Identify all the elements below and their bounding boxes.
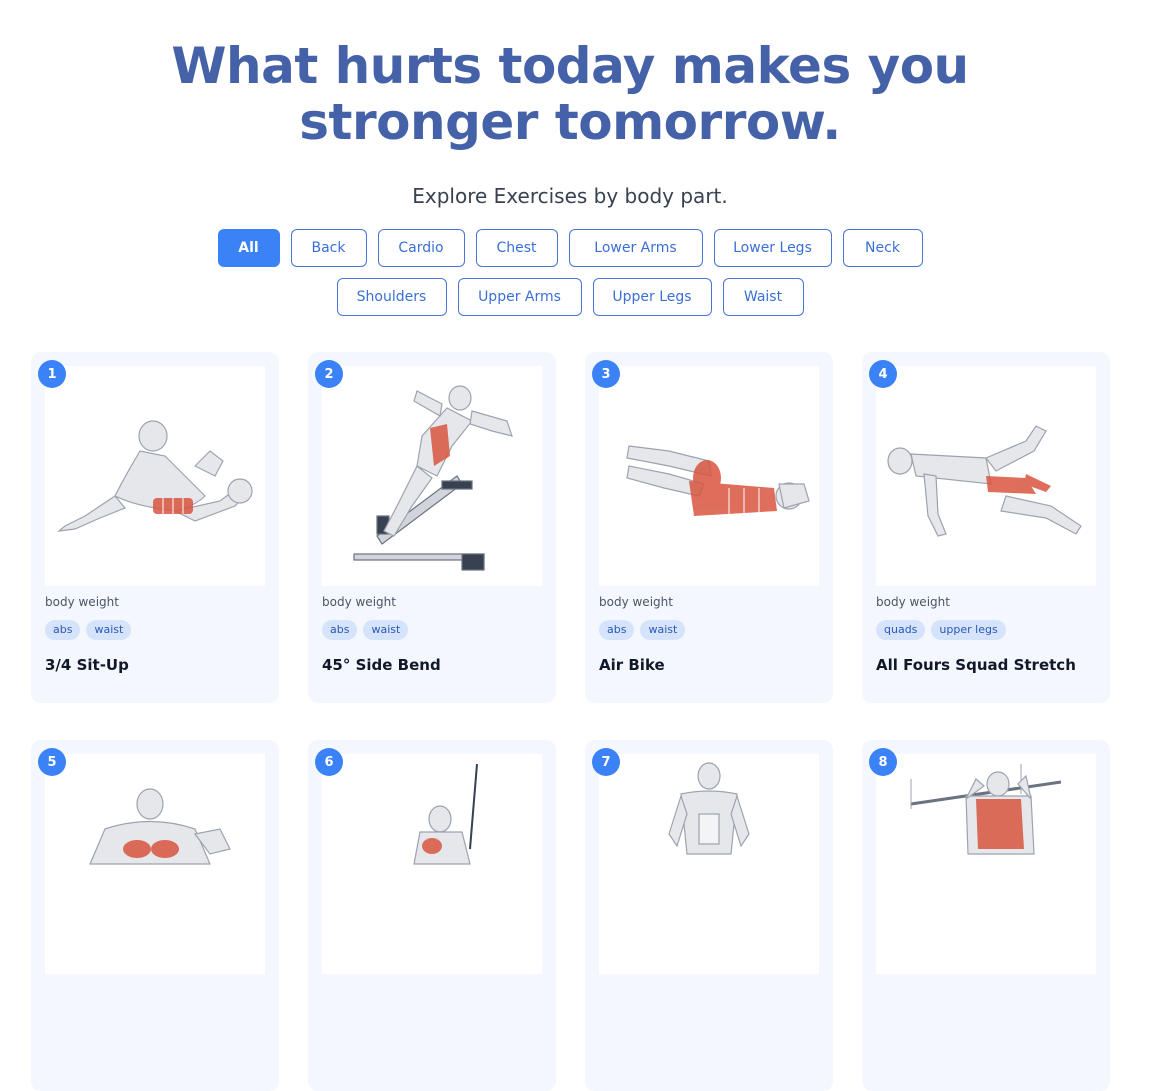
filter-cardio[interactable]: Cardio bbox=[377, 229, 465, 267]
equipment-label: body weight bbox=[876, 595, 950, 609]
muscle-tag[interactable]: quads bbox=[876, 620, 926, 640]
muscle-tags: abs waist bbox=[599, 620, 686, 640]
exercise-number-badge: 2 bbox=[315, 360, 343, 388]
exercise-number-badge: 7 bbox=[592, 748, 620, 776]
filter-upper-arms[interactable]: Upper Arms bbox=[457, 278, 582, 316]
muscle-tags: abs waist bbox=[322, 620, 409, 640]
muscle-tag[interactable]: abs bbox=[599, 620, 635, 640]
muscle-tags: quads upper legs bbox=[876, 620, 1006, 640]
filter-lower-legs[interactable]: Lower Legs bbox=[713, 229, 832, 267]
exercise-name: 3/4 Sit-Up bbox=[45, 656, 129, 674]
exercise-grid: 1 body weight abs waist 3/4 Sit-Up 2 bod… bbox=[31, 352, 1111, 1091]
exercise-number-badge: 6 bbox=[315, 748, 343, 776]
equipment-label: body weight bbox=[322, 595, 396, 609]
exercise-card[interactable]: 6 bbox=[308, 740, 556, 1091]
hero-title-line2: stronger tomorrow. bbox=[299, 93, 841, 151]
situp-figure-icon bbox=[57, 420, 253, 532]
exercise-card[interactable]: 3 body weight abs waist Air Bike bbox=[585, 352, 833, 703]
cable-figure-icon bbox=[413, 763, 478, 865]
squad-stretch-figure-icon bbox=[887, 425, 1082, 537]
standing-figure-icon bbox=[668, 762, 750, 855]
muscle-tag[interactable]: waist bbox=[86, 620, 132, 640]
filter-neck[interactable]: Neck bbox=[842, 229, 923, 267]
muscle-tag[interactable]: abs bbox=[322, 620, 358, 640]
exercise-name: All Fours Squad Stretch bbox=[876, 656, 1076, 674]
exercise-image bbox=[322, 754, 542, 974]
exercise-card[interactable]: 5 bbox=[31, 740, 279, 1091]
exercise-image bbox=[599, 754, 819, 974]
exercise-card[interactable]: 7 bbox=[585, 740, 833, 1091]
body-part-filters: All Back Cardio Chest Lower Arms Lower L… bbox=[0, 229, 1140, 327]
filter-upper-legs[interactable]: Upper Legs bbox=[592, 278, 712, 316]
filter-back[interactable]: Back bbox=[290, 229, 367, 267]
hero-subtitle: Explore Exercises by body part. bbox=[412, 184, 728, 208]
exercise-image bbox=[322, 366, 542, 586]
exercise-card[interactable]: 1 body weight abs waist 3/4 Sit-Up bbox=[31, 352, 279, 703]
chest-figure-icon bbox=[89, 788, 231, 865]
side-bend-figure-icon bbox=[353, 385, 513, 571]
filter-row-2: Shoulders Upper Arms Upper Legs Waist bbox=[0, 278, 1140, 316]
exercise-name: Air Bike bbox=[599, 656, 665, 674]
exercise-card[interactable]: 8 bbox=[862, 740, 1110, 1091]
filter-shoulders[interactable]: Shoulders bbox=[336, 278, 447, 316]
air-bike-figure-icon bbox=[626, 445, 810, 516]
equipment-label: body weight bbox=[45, 595, 119, 609]
exercise-name: 45° Side Bend bbox=[322, 656, 441, 674]
hero-title: What hurts today makes you stronger tomo… bbox=[0, 38, 1140, 150]
exercise-image bbox=[876, 366, 1096, 586]
exercise-number-badge: 5 bbox=[38, 748, 66, 776]
exercise-number-badge: 8 bbox=[869, 748, 897, 776]
exercise-number-badge: 4 bbox=[869, 360, 897, 388]
exercise-card[interactable]: 4 body weight quads upper legs All Fours… bbox=[862, 352, 1110, 703]
filter-row-1: All Back Cardio Chest Lower Arms Lower L… bbox=[0, 229, 1140, 267]
exercise-number-badge: 1 bbox=[38, 360, 66, 388]
filter-chest[interactable]: Chest bbox=[475, 229, 558, 267]
equipment-label: body weight bbox=[599, 595, 673, 609]
muscle-tag[interactable]: waist bbox=[640, 620, 686, 640]
muscle-tags: abs waist bbox=[45, 620, 132, 640]
exercise-image bbox=[876, 754, 1096, 974]
exercise-image bbox=[599, 366, 819, 586]
exercise-number-badge: 3 bbox=[592, 360, 620, 388]
exercise-image bbox=[45, 366, 265, 586]
muscle-tag[interactable]: abs bbox=[45, 620, 81, 640]
muscle-tag[interactable]: upper legs bbox=[931, 620, 1006, 640]
filter-lower-arms[interactable]: Lower Arms bbox=[568, 229, 703, 267]
filter-all[interactable]: All bbox=[217, 229, 280, 267]
filter-waist[interactable]: Waist bbox=[722, 278, 804, 316]
lat-pulldown-figure-icon bbox=[910, 764, 1062, 855]
exercise-image bbox=[45, 754, 265, 974]
exercise-card[interactable]: 2 body weight abs waist 45° Side Bend bbox=[308, 352, 556, 703]
muscle-tag[interactable]: waist bbox=[363, 620, 409, 640]
hero-title-line1: What hurts today makes you bbox=[171, 37, 969, 95]
